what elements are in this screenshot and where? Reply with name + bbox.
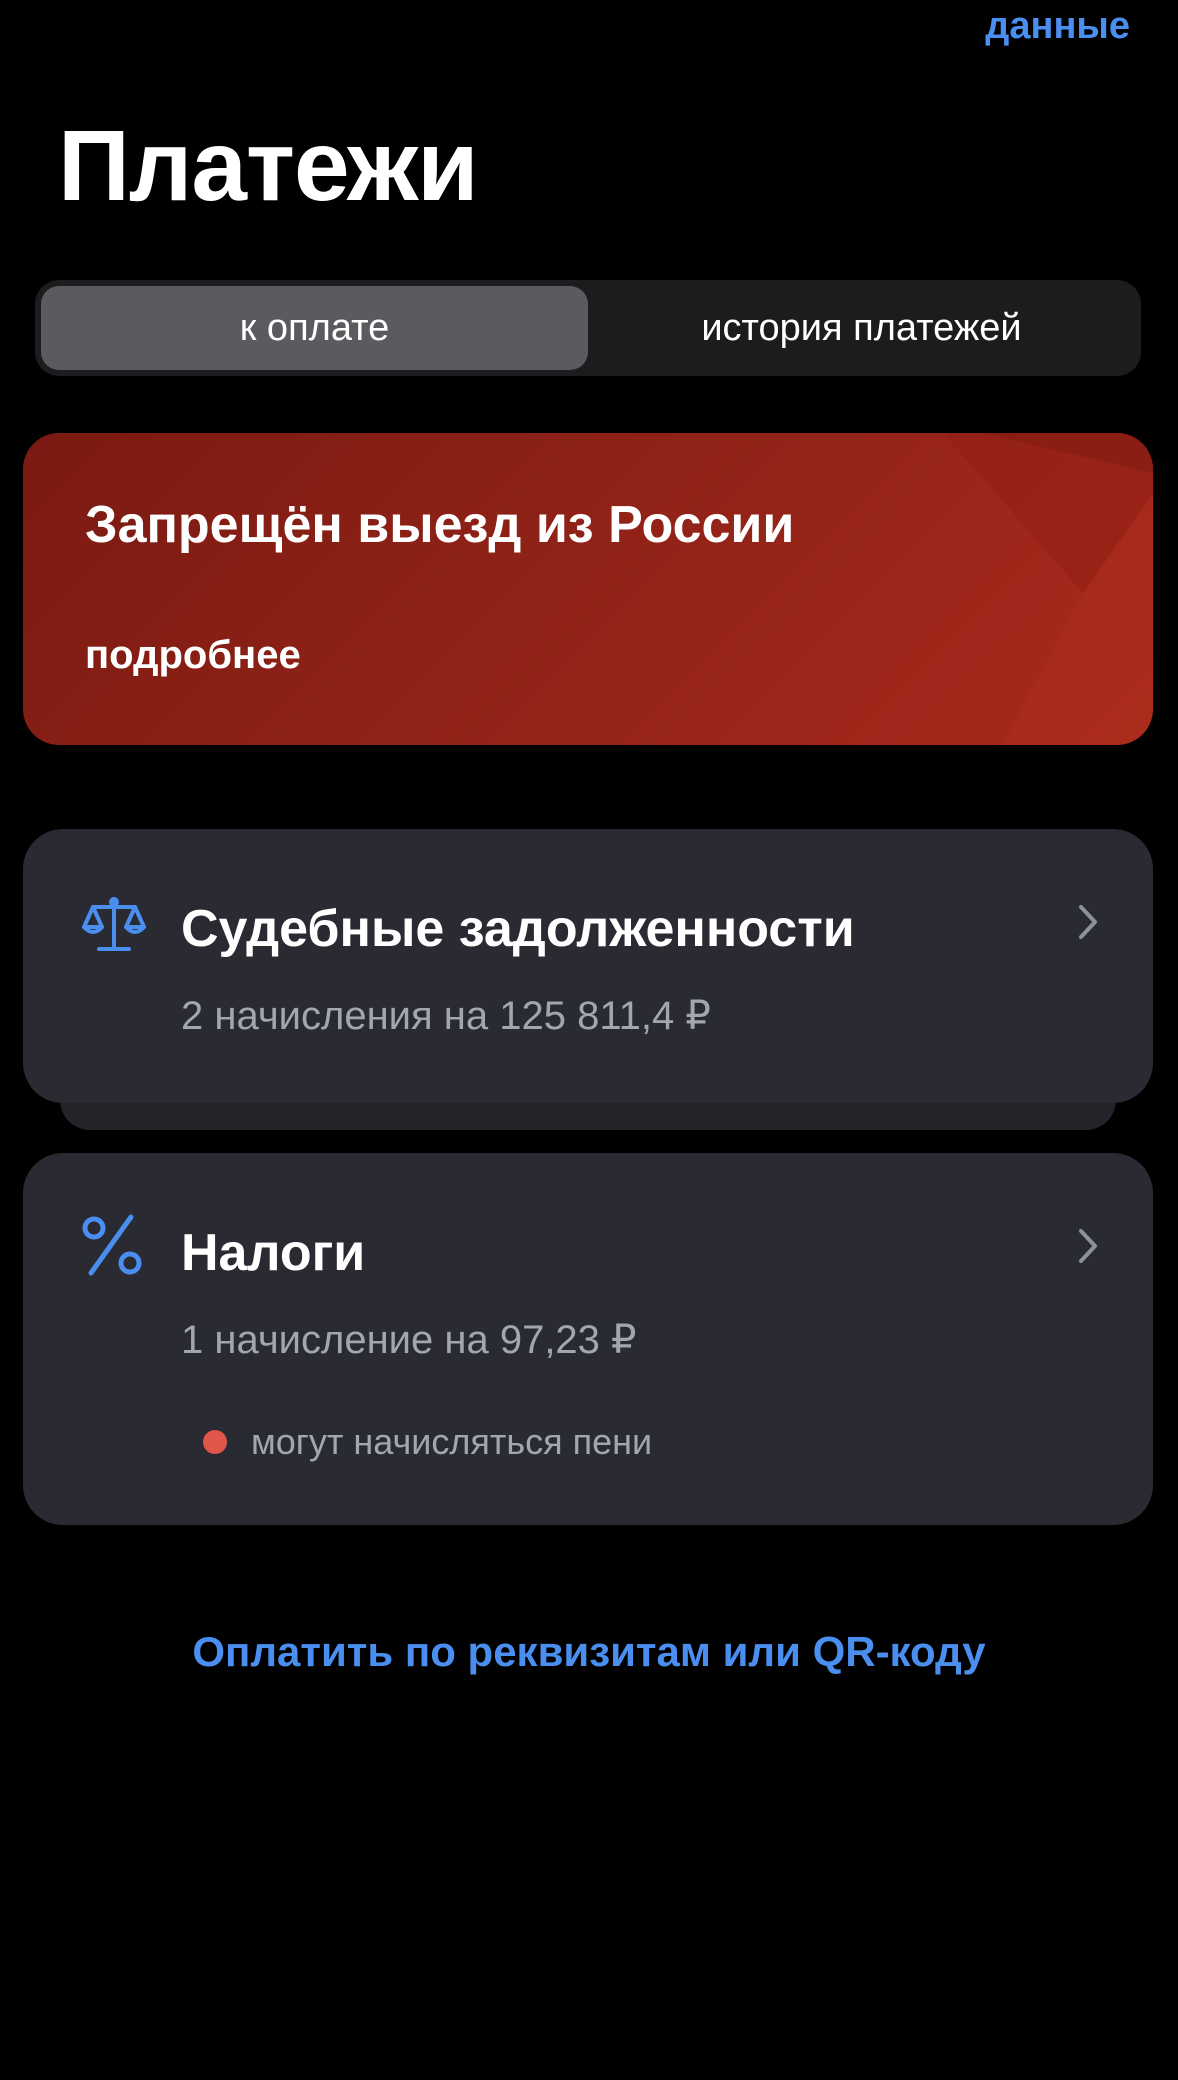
travel-ban-alert-card[interactable]: Запрещён выезд из России подробнее — [23, 433, 1153, 745]
data-link[interactable]: данные — [985, 0, 1130, 52]
pay-by-details-or-qr-link[interactable]: Оплатить по реквизитам или QR-коду — [0, 1628, 1178, 1676]
alert-title: Запрещён выезд из России — [85, 496, 795, 554]
taxes-summary: 1 начисление на 97,23 ₽ — [181, 1318, 637, 1362]
taxes-card[interactable]: Налоги 1 начисление на 97,23 ₽ могут нач… — [23, 1153, 1153, 1525]
chevron-right-icon — [1079, 905, 1097, 939]
chevron-right-icon — [1079, 1229, 1097, 1263]
warning-dot-icon — [203, 1430, 227, 1454]
tab-to-pay[interactable]: к оплате — [41, 286, 588, 370]
segmented-control: к оплате история платежей — [35, 280, 1141, 376]
scales-icon — [82, 897, 146, 951]
tab-payment-history[interactable]: история платежей — [588, 286, 1135, 370]
court-debts-card[interactable]: Судебные задолженности 2 начисления на 1… — [23, 829, 1153, 1103]
alert-more-link[interactable]: подробнее — [85, 633, 301, 678]
page-title: Платежи — [58, 110, 479, 222]
alert-card-decoration — [943, 433, 1153, 745]
court-debts-title: Судебные задолженности — [181, 900, 855, 958]
percent-icon — [82, 1214, 142, 1276]
court-debts-summary: 2 начисления на 125 811,4 ₽ — [181, 994, 711, 1038]
taxes-title: Налоги — [181, 1224, 366, 1282]
penalty-warning: могут начисляться пени — [251, 1421, 653, 1462]
